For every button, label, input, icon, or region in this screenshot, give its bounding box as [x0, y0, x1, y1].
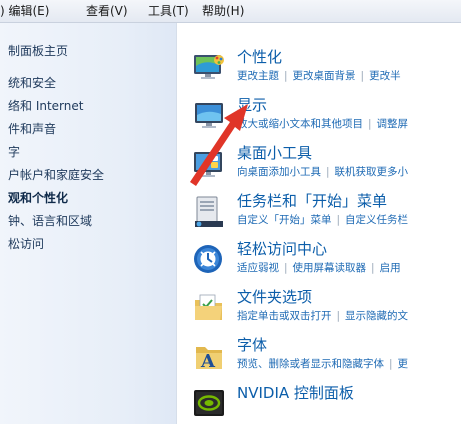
- personalization-icon[interactable]: [192, 51, 226, 85]
- nav-network-internet[interactable]: 络和 Internet: [8, 99, 83, 113]
- menu-bar: ) 编辑(E) 查看(V) 工具(T) 帮助(H): [0, 0, 461, 23]
- ease-of-access-icon[interactable]: [192, 243, 226, 277]
- category-fonts: A 字体 预览、删除或者显示和隐藏字体 | 更: [177, 336, 461, 380]
- category-title[interactable]: 字体: [237, 336, 267, 355]
- category-ease-of-access: 轻松访问中心 适应弱视 | 使用屏幕读取器 | 启用: [177, 240, 461, 284]
- link-customize-start-menu[interactable]: 自定义「开始」菜单: [237, 214, 332, 226]
- nav-system-security[interactable]: 统和安全: [8, 76, 56, 90]
- menu-view[interactable]: 查看(V): [86, 4, 128, 18]
- link-separator: |: [336, 214, 341, 226]
- link-separator: |: [389, 358, 393, 370]
- category-title[interactable]: NVIDIA 控制面板: [237, 384, 354, 403]
- category-title[interactable]: 显示: [237, 96, 267, 115]
- nav-ease-of-access[interactable]: 松访问: [8, 237, 44, 251]
- link-enable[interactable]: 启用: [380, 262, 401, 274]
- link-adjust-resolution[interactable]: 调整屏: [377, 118, 409, 130]
- category-links: 指定单击或双击打开 | 显示隐藏的文: [237, 309, 408, 323]
- link-preview-delete-fonts[interactable]: 预览、删除或者显示和隐藏字体: [237, 358, 384, 370]
- category-display: 显示 放大或缩小文本和其他项目 | 调整屏: [177, 96, 461, 140]
- gadgets-icon[interactable]: [192, 147, 226, 181]
- link-change-desktop-background[interactable]: 更改桌面背景: [293, 70, 356, 82]
- link-separator: |: [326, 166, 330, 178]
- category-folder-options: 文件夹选项 指定单击或双击打开 | 显示隐藏的文: [177, 288, 461, 332]
- category-links: 向桌面添加小工具 | 联机获取更多小: [237, 165, 408, 179]
- category-title[interactable]: 任务栏和「开始」菜单: [237, 192, 387, 211]
- category-nvidia: NVIDIA 控制面板: [177, 384, 461, 424]
- menu-tools[interactable]: 工具(T): [148, 4, 189, 18]
- svg-text:A: A: [200, 351, 216, 372]
- category-taskbar-start-menu: 任务栏和「开始」菜单 自定义「开始」菜单 | 自定义任务栏: [177, 192, 461, 236]
- display-icon[interactable]: [192, 99, 226, 133]
- nav-programs[interactable]: 字: [8, 145, 20, 159]
- nav-hardware-sound[interactable]: 件和声音: [8, 122, 56, 136]
- category-links: 预览、删除或者显示和隐藏字体 | 更: [237, 357, 408, 371]
- link-separator: |: [371, 262, 375, 274]
- link-separator: |: [368, 118, 372, 130]
- category-title[interactable]: 轻松访问中心: [237, 240, 327, 259]
- category-links: 适应弱视 | 使用屏幕读取器 | 启用: [237, 261, 401, 275]
- link-get-more-gadgets[interactable]: 联机获取更多小: [335, 166, 409, 178]
- category-personalization: 个性化 更改主题 | 更改桌面背景 | 更改半: [177, 48, 461, 92]
- link-change-theme[interactable]: 更改主题: [237, 70, 279, 82]
- category-title[interactable]: 文件夹选项: [237, 288, 312, 307]
- link-zoom-text[interactable]: 放大或缩小文本和其他项目: [237, 118, 363, 130]
- taskbar-icon[interactable]: [192, 195, 226, 229]
- link-show-hidden-files[interactable]: 显示隐藏的文: [345, 310, 408, 322]
- link-customize-taskbar[interactable]: 自定义任务栏: [345, 214, 408, 226]
- category-gadgets: 桌面小工具 向桌面添加小工具 | 联机获取更多小: [177, 144, 461, 188]
- category-links: 放大或缩小文本和其他项目 | 调整屏: [237, 117, 408, 131]
- link-screen-reader[interactable]: 使用屏幕读取器: [293, 262, 367, 274]
- navigation-pane: 制面板主页 统和安全 络和 Internet 件和声音 字 户帐户和家庭安全 观…: [0, 23, 177, 424]
- link-separator: |: [284, 70, 288, 82]
- nav-appearance-personalization[interactable]: 观和个性化: [8, 191, 68, 205]
- category-title[interactable]: 桌面小工具: [237, 144, 312, 163]
- category-links: 更改主题 | 更改桌面背景 | 更改半: [237, 69, 401, 83]
- category-title[interactable]: 个性化: [237, 48, 282, 67]
- fonts-icon[interactable]: A: [192, 339, 226, 373]
- nvidia-icon[interactable]: [192, 387, 226, 421]
- nav-user-accounts[interactable]: 户帐户和家庭安全: [8, 168, 104, 182]
- main-pane: 个性化 更改主题 | 更改桌面背景 | 更改半 显示 放大或缩小文本和其他项目 | 调整屏: [177, 23, 461, 424]
- menu-help[interactable]: 帮助(H): [202, 4, 244, 18]
- link-separator: |: [360, 70, 365, 82]
- link-more[interactable]: 更: [398, 358, 409, 370]
- category-links: 自定义「开始」菜单 | 自定义任务栏: [237, 213, 408, 227]
- link-add-gadgets[interactable]: 向桌面添加小工具: [237, 166, 321, 178]
- link-change-translucent[interactable]: 更改半: [369, 70, 401, 82]
- link-single-double-click[interactable]: 指定单击或双击打开: [237, 310, 332, 322]
- nav-clock-language-region[interactable]: 钟、语言和区域: [8, 214, 92, 228]
- link-low-vision[interactable]: 适应弱视: [237, 262, 279, 274]
- link-separator: |: [336, 310, 341, 322]
- link-separator: |: [284, 262, 288, 274]
- nav-control-panel-home[interactable]: 制面板主页: [8, 44, 68, 58]
- menu-edit[interactable]: ) 编辑(E): [0, 4, 49, 18]
- folder-options-icon[interactable]: [192, 291, 226, 325]
- control-panel-window: ) 编辑(E) 查看(V) 工具(T) 帮助(H) 制面板主页 统和安全 络和 …: [0, 0, 461, 424]
